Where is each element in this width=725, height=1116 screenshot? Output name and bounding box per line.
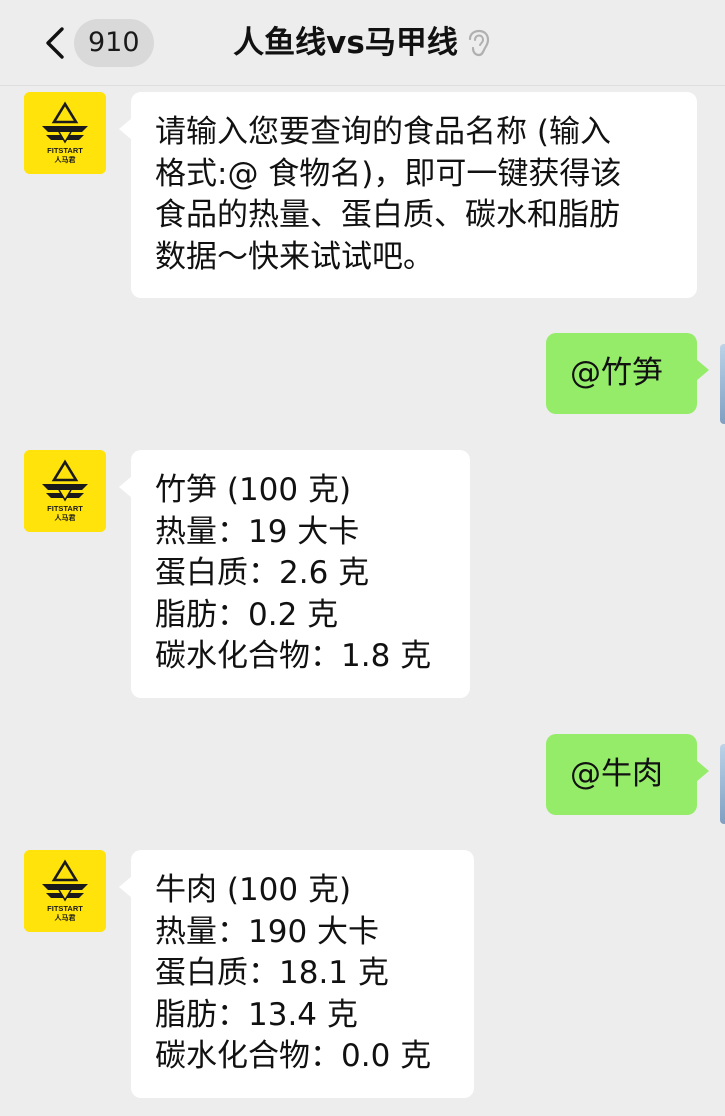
- logo-brand-sub: 人马君: [55, 155, 76, 164]
- logo-brand-text: FITSTART: [47, 146, 83, 155]
- outgoing-message-bubble[interactable]: @牛肉: [546, 734, 709, 815]
- incoming-message-bubble[interactable]: 牛肉 (100 克) 热量：190 大卡 蛋白质：18.1 克 脂肪：13.4 …: [119, 850, 474, 1098]
- chat-header: 910 人鱼线vs马甲线: [0, 0, 725, 86]
- fitstart-logo-icon: FITSTART 人马君: [24, 92, 106, 174]
- logo-brand-text: FITSTART: [47, 904, 83, 913]
- fitstart-logo-icon: FITSTART 人马君: [24, 450, 106, 532]
- logo-brand-sub: 人马君: [55, 513, 76, 522]
- outgoing-message-bubble[interactable]: @竹笋: [546, 333, 709, 414]
- logo-brand-sub: 人马君: [55, 913, 76, 922]
- chat-message-list[interactable]: FITSTART 人马君 请输入您要查询的食品名称 (输入 格式:@ 食物名)，…: [0, 86, 725, 1116]
- chat-title-row[interactable]: 人鱼线vs马甲线: [0, 20, 725, 66]
- incoming-message-bubble[interactable]: 竹笋 (100 克) 热量：19 大卡 蛋白质：2.6 克 脂肪：0.2 克 碳…: [119, 450, 470, 698]
- chat-title: 人鱼线vs马甲线: [233, 25, 458, 61]
- logo-brand-text: FITSTART: [47, 504, 83, 513]
- bot-avatar[interactable]: FITSTART 人马君: [24, 92, 106, 174]
- fitstart-logo-icon: FITSTART 人马君: [24, 850, 106, 932]
- bot-avatar[interactable]: FITSTART 人马君: [24, 450, 106, 532]
- bot-avatar[interactable]: FITSTART 人马君: [24, 850, 106, 932]
- incoming-message-bubble[interactable]: 请输入您要查询的食品名称 (输入 格式:@ 食物名)，即可一键获得该 食品的热量…: [119, 92, 697, 298]
- user-avatar[interactable]: [720, 744, 725, 824]
- user-avatar[interactable]: [720, 344, 725, 424]
- ear-icon: [468, 29, 489, 57]
